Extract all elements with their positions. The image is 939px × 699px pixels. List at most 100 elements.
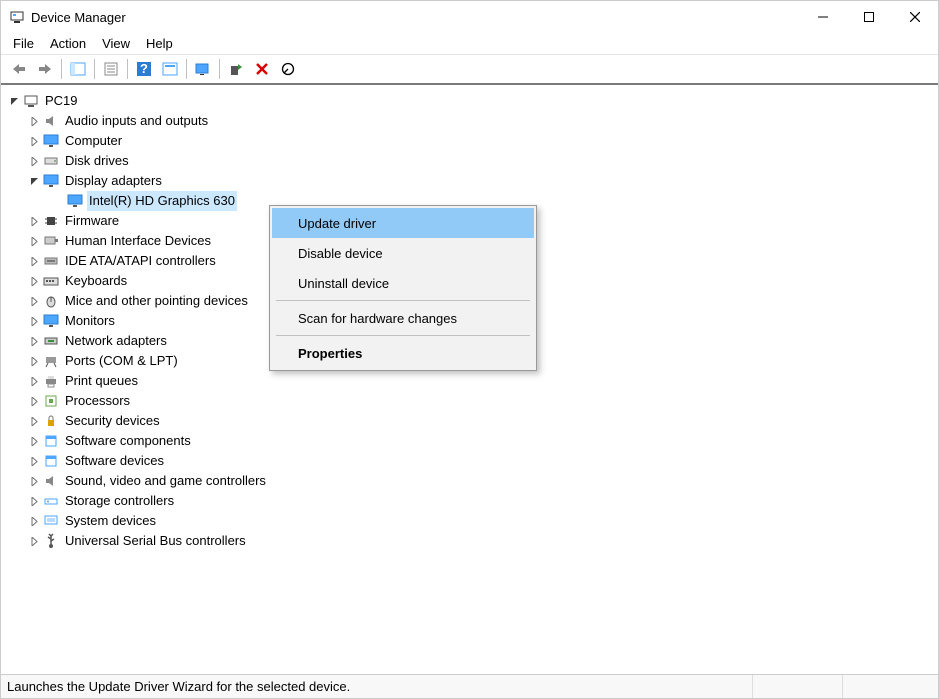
- context-separator: [276, 300, 530, 301]
- expand-icon[interactable]: [27, 154, 41, 168]
- expand-icon[interactable]: [27, 394, 41, 408]
- printer-icon: [43, 373, 59, 389]
- disable-button[interactable]: [276, 57, 300, 81]
- expand-icon[interactable]: [27, 414, 41, 428]
- expand-icon[interactable]: [27, 374, 41, 388]
- tree-node-system-devices[interactable]: System devices: [5, 511, 934, 531]
- svg-text:?: ?: [140, 62, 148, 76]
- close-button[interactable]: [892, 1, 938, 33]
- tree-node-disk-drives[interactable]: Disk drives: [5, 151, 934, 171]
- collapse-icon[interactable]: [27, 174, 41, 188]
- tree-node-computer[interactable]: Computer: [5, 131, 934, 151]
- toolbar-separator: [219, 59, 220, 79]
- expand-icon[interactable]: [27, 454, 41, 468]
- tree-node-label: Audio inputs and outputs: [63, 111, 210, 131]
- tree-node-label: Human Interface Devices: [63, 231, 213, 251]
- ctx-update-driver[interactable]: Update driver: [272, 208, 534, 238]
- scan-hardware-button[interactable]: [191, 57, 215, 81]
- tree-node-root[interactable]: PC19: [5, 91, 934, 111]
- collapse-icon[interactable]: [7, 94, 21, 108]
- back-button[interactable]: [7, 57, 31, 81]
- properties-button[interactable]: [99, 57, 123, 81]
- cpu-icon: [43, 393, 59, 409]
- ctx-scan-hardware[interactable]: Scan for hardware changes: [272, 303, 534, 333]
- forward-button[interactable]: [33, 57, 57, 81]
- expand-icon[interactable]: [27, 434, 41, 448]
- tree-node-label: Keyboards: [63, 271, 129, 291]
- show-hide-tree-button[interactable]: [66, 57, 90, 81]
- tree-node-storage-controllers[interactable]: Storage controllers: [5, 491, 934, 511]
- tree-node-software-devices[interactable]: Software devices: [5, 451, 934, 471]
- expand-icon[interactable]: [27, 314, 41, 328]
- expand-icon[interactable]: [27, 534, 41, 548]
- tree-node-sound-video-and-game-controllers[interactable]: Sound, video and game controllers: [5, 471, 934, 491]
- expand-icon[interactable]: [27, 114, 41, 128]
- tree-node-universal-serial-bus-controllers[interactable]: Universal Serial Bus controllers: [5, 531, 934, 551]
- tree-node-software-components[interactable]: Software components: [5, 431, 934, 451]
- tree-node-label: Computer: [63, 131, 124, 151]
- window-controls: [800, 1, 938, 33]
- device-tree[interactable]: PC19Audio inputs and outputsComputerDisk…: [1, 85, 938, 674]
- menu-view[interactable]: View: [94, 34, 138, 53]
- expand-icon[interactable]: [27, 234, 41, 248]
- computer-icon: [23, 93, 39, 109]
- speaker-icon: [43, 473, 59, 489]
- tree-node-label: Software components: [63, 431, 193, 451]
- ctx-disable-device[interactable]: Disable device: [272, 238, 534, 268]
- tree-node-label: Sound, video and game controllers: [63, 471, 268, 491]
- expander-spacer: [51, 194, 65, 208]
- tree-node-label: IDE ATA/ATAPI controllers: [63, 251, 218, 271]
- expand-icon[interactable]: [27, 254, 41, 268]
- tree-node-processors[interactable]: Processors: [5, 391, 934, 411]
- expand-icon[interactable]: [27, 514, 41, 528]
- monitor-icon: [43, 313, 59, 329]
- chip-icon: [43, 213, 59, 229]
- expand-icon[interactable]: [27, 474, 41, 488]
- usb-icon: [43, 533, 59, 549]
- toolbar-separator: [127, 59, 128, 79]
- expand-icon[interactable]: [27, 494, 41, 508]
- context-separator: [276, 335, 530, 336]
- expand-icon[interactable]: [27, 294, 41, 308]
- hid-icon: [43, 233, 59, 249]
- update-driver-button[interactable]: [224, 57, 248, 81]
- uninstall-button[interactable]: [250, 57, 274, 81]
- tree-node-label: Universal Serial Bus controllers: [63, 531, 248, 551]
- expand-icon[interactable]: [27, 334, 41, 348]
- tree-node-label: Security devices: [63, 411, 162, 431]
- tree-node-label: Firmware: [63, 211, 121, 231]
- tree-node-display-adapters[interactable]: Display adapters: [5, 171, 934, 191]
- help-button[interactable]: ?: [132, 57, 156, 81]
- action-button[interactable]: [158, 57, 182, 81]
- menubar: File Action View Help: [1, 33, 938, 55]
- tree-node-label: Processors: [63, 391, 132, 411]
- tree-node-label: Monitors: [63, 311, 117, 331]
- status-cell: [842, 675, 932, 698]
- minimize-button[interactable]: [800, 1, 846, 33]
- tree-node-security-devices[interactable]: Security devices: [5, 411, 934, 431]
- menu-help[interactable]: Help: [138, 34, 181, 53]
- ctx-properties[interactable]: Properties: [272, 338, 534, 368]
- monitor-icon: [67, 193, 83, 209]
- tree-node-label: Mice and other pointing devices: [63, 291, 250, 311]
- tree-node-label: System devices: [63, 511, 158, 531]
- titlebar: Device Manager: [1, 1, 938, 33]
- ctx-uninstall-device[interactable]: Uninstall device: [272, 268, 534, 298]
- expand-icon[interactable]: [27, 214, 41, 228]
- menu-file[interactable]: File: [5, 34, 42, 53]
- tree-node-label: Storage controllers: [63, 491, 176, 511]
- menu-action[interactable]: Action: [42, 34, 94, 53]
- expand-icon[interactable]: [27, 274, 41, 288]
- tree-node-label: PC19: [43, 91, 80, 111]
- expand-icon[interactable]: [27, 354, 41, 368]
- tree-node-audio-inputs-and-outputs[interactable]: Audio inputs and outputs: [5, 111, 934, 131]
- monitor-icon: [43, 133, 59, 149]
- app-icon: [9, 9, 25, 25]
- maximize-button[interactable]: [846, 1, 892, 33]
- tree-node-print-queues[interactable]: Print queues: [5, 371, 934, 391]
- expand-icon[interactable]: [27, 134, 41, 148]
- status-cell: [752, 675, 842, 698]
- tree-node-label: Ports (COM & LPT): [63, 351, 180, 371]
- tree-node-label: Print queues: [63, 371, 140, 391]
- statusbar: Launches the Update Driver Wizard for th…: [1, 674, 938, 698]
